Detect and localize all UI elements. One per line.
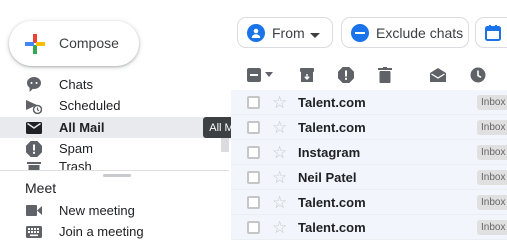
compose-button[interactable]: Compose — [9, 21, 139, 66]
section-drag-handle[interactable] — [103, 174, 131, 177]
snooze-icon[interactable] — [470, 67, 486, 83]
compose-plus-icon — [25, 34, 45, 54]
spam-icon — [26, 140, 42, 157]
select-dropdown-chevron-icon[interactable] — [264, 67, 274, 83]
email-sender: Talent.com — [298, 219, 366, 235]
archive-icon[interactable] — [299, 67, 315, 83]
videocam-icon — [26, 203, 42, 219]
email-sender: Talent.com — [298, 194, 366, 210]
star-icon[interactable]: ☆ — [272, 94, 287, 111]
meet-item-label: New meeting — [59, 203, 135, 218]
label-chip[interactable]: Inbox — [477, 219, 507, 235]
email-row[interactable]: ☆ Talent.com Inbox — [231, 190, 507, 215]
from-filter-chip[interactable]: From — [237, 17, 333, 48]
report-spam-icon[interactable] — [338, 67, 354, 83]
star-icon[interactable]: ☆ — [272, 194, 287, 211]
email-row[interactable]: ☆ Neil Patel Inbox — [231, 165, 507, 190]
email-row[interactable]: ☆ Talent.com Inbox — [231, 215, 507, 240]
trash-icon — [26, 161, 42, 170]
mark-as-read-icon[interactable] — [430, 67, 446, 83]
exclude-chats-chip[interactable]: Exclude chats — [341, 17, 469, 48]
sidebar-divider — [0, 170, 229, 171]
date-filter-chip[interactable] — [475, 17, 507, 48]
select-all-checkbox[interactable] — [246, 67, 262, 83]
from-filter-label: From — [272, 24, 305, 41]
exclude-chats-label: Exclude chats — [376, 24, 464, 41]
label-chip[interactable]: Inbox — [477, 94, 507, 110]
sidebar-item-label: Trash — [59, 159, 92, 170]
sidebar-item-trash[interactable]: Trash — [0, 159, 224, 170]
calendar-icon — [485, 25, 501, 44]
sidebar-item-chats[interactable]: Chats — [0, 74, 224, 95]
keyboard-icon — [26, 224, 42, 240]
label-chip[interactable]: Inbox — [477, 169, 507, 185]
email-row[interactable]: ☆ Instagram Inbox — [231, 140, 507, 165]
meet-new-meeting[interactable]: New meeting — [0, 200, 224, 221]
star-icon[interactable]: ☆ — [272, 169, 287, 186]
row-checkbox[interactable] — [247, 145, 260, 159]
sidebar-item-label: Spam — [59, 141, 93, 156]
meet-join-meeting[interactable]: Join a meeting — [0, 221, 224, 242]
sidebar-item-label: Scheduled — [59, 98, 121, 113]
sidebar-item-scheduled[interactable]: Scheduled — [0, 95, 224, 116]
minus-circle-icon — [351, 24, 369, 42]
meet-item-label: Join a meeting — [59, 224, 144, 239]
row-checkbox[interactable] — [247, 120, 260, 134]
row-checkbox[interactable] — [247, 170, 260, 184]
chat-icon — [26, 77, 42, 93]
email-row[interactable]: ☆ Talent.com Inbox — [231, 115, 507, 140]
star-icon[interactable]: ☆ — [272, 219, 287, 236]
delete-icon[interactable] — [377, 67, 393, 83]
row-checkbox[interactable] — [247, 220, 260, 234]
meet-heading: Meet — [25, 180, 57, 196]
compose-label: Compose — [59, 35, 119, 51]
star-icon[interactable]: ☆ — [272, 144, 287, 161]
sidebar-item-label: Chats — [59, 77, 93, 92]
mail-icon — [26, 120, 42, 136]
label-chip[interactable]: Inbox — [477, 119, 507, 135]
email-sender: Talent.com — [298, 119, 366, 135]
email-sender: Talent.com — [298, 94, 366, 110]
sidebar-item-all-mail[interactable]: All Mail — [0, 117, 221, 138]
star-icon[interactable]: ☆ — [272, 119, 287, 136]
email-row[interactable]: ☆ Talent.com Inbox — [231, 90, 507, 115]
sidebar-item-label: All Mail — [59, 120, 105, 135]
sidebar-item-spam[interactable]: Spam — [0, 138, 224, 159]
person-icon — [247, 24, 265, 42]
label-chip[interactable]: Inbox — [477, 194, 507, 210]
email-sender: Neil Patel — [298, 169, 357, 185]
label-chip[interactable]: Inbox — [477, 144, 507, 160]
email-sender: Instagram — [298, 144, 361, 160]
scheduled-icon — [26, 98, 42, 114]
row-checkbox[interactable] — [247, 195, 260, 209]
row-checkbox[interactable] — [247, 95, 260, 109]
chevron-down-icon — [310, 27, 320, 43]
